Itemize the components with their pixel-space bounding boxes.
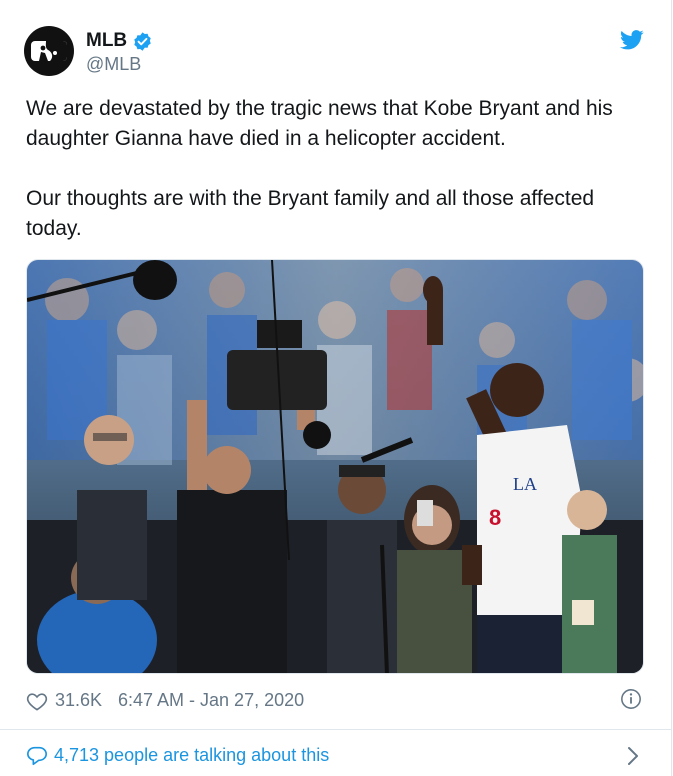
talking-count[interactable]: 4,713 people are talking about this: [54, 745, 329, 766]
svg-text:LA: LA: [513, 474, 537, 494]
verified-badge-icon: [134, 31, 151, 51]
tweet-text: We are devastated by the tragic news tha…: [26, 94, 646, 244]
twitter-bird-icon[interactable]: [620, 30, 644, 50]
display-name[interactable]: MLB: [86, 30, 127, 52]
svg-text:8: 8: [489, 505, 501, 530]
tweet-paragraph: We are devastated by the tragic news tha…: [26, 97, 613, 150]
speech-bubble-icon: [27, 746, 47, 766]
like-count[interactable]: 31.6K: [55, 690, 102, 711]
tweet-header: MLB @MLB: [24, 26, 644, 76]
mlb-logo-icon: [31, 41, 67, 61]
heart-icon[interactable]: [26, 691, 48, 711]
handle[interactable]: @MLB: [86, 54, 141, 75]
avatar[interactable]: [24, 26, 74, 76]
timestamp[interactable]: 6:47 AM - Jan 27, 2020: [118, 690, 304, 711]
chevron-right-icon[interactable]: [626, 746, 640, 766]
tweet-photo[interactable]: 8 LA: [26, 259, 644, 674]
divider: [0, 729, 671, 730]
conversation-link[interactable]: 4,713 people are talking about this: [26, 743, 644, 771]
info-icon[interactable]: [620, 688, 642, 710]
tweet-meta: 31.6K 6:47 AM - Jan 27, 2020: [26, 688, 644, 716]
tweet-card[interactable]: MLB @MLB We are devastated by the tragic…: [0, 0, 672, 776]
tweet-paragraph: Our thoughts are with the Bryant family …: [26, 187, 595, 240]
photo-kobe-bryant-dodger-stadium: 8 LA: [27, 260, 643, 673]
